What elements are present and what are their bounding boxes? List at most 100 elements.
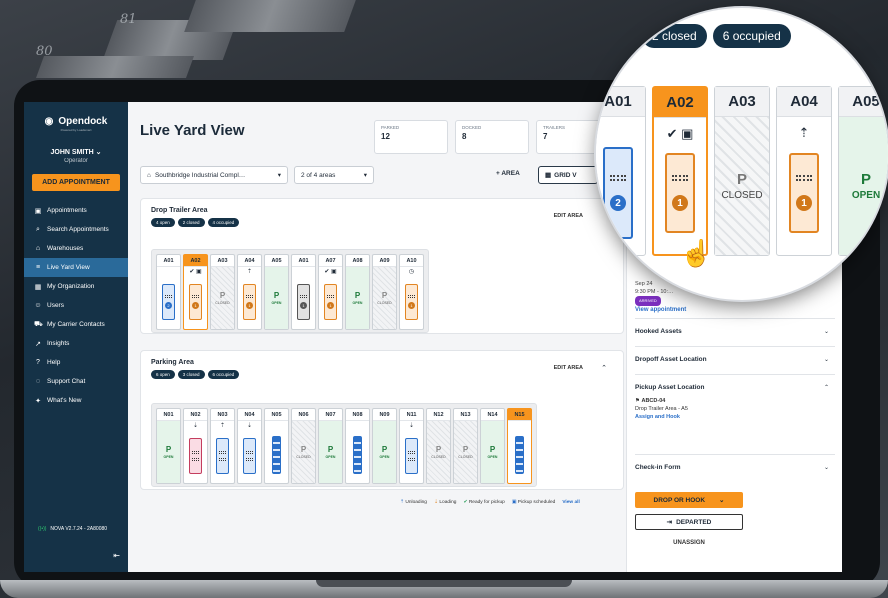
slot-a01[interactable]: A01 2 xyxy=(596,86,646,256)
trailer-count: 1 xyxy=(246,302,253,309)
sidebar-item-users[interactable]: ☺ Users xyxy=(24,296,128,315)
slot-a09[interactable]: A09 P CLOSED xyxy=(372,254,397,330)
slot-id: N14 xyxy=(481,409,504,421)
slot-n14[interactable]: N14 P OPEN xyxy=(480,408,505,484)
slot-id: A09 xyxy=(373,255,396,267)
areas-select[interactable]: 2 of 4 areas ▾ xyxy=(294,166,374,184)
user-menu[interactable]: JOHN SMITH ⌄ xyxy=(24,148,128,156)
slot-a02[interactable]: A02 ✔ ▣ 1 xyxy=(183,254,208,330)
chevron-up-icon[interactable]: ⌃ xyxy=(601,364,607,372)
slot-n13[interactable]: N13 P CLOSED xyxy=(453,408,478,484)
slot-id: A07 xyxy=(319,255,342,267)
parking-icon: P xyxy=(489,445,496,454)
slot-status: OPEN xyxy=(379,455,390,459)
slot-body: ⇡ 1 xyxy=(777,117,831,255)
sidebar-item-label: Search Appointments xyxy=(47,226,109,233)
slot-n09[interactable]: N09 P OPEN xyxy=(372,408,397,484)
occupied-count-chip: 4 occupied xyxy=(207,218,240,227)
slot-body: ◷ 1 xyxy=(400,267,423,329)
trailer-icon: 1 xyxy=(405,284,418,320)
trailer-icon: 1 xyxy=(243,284,256,320)
trailer-icon: 1 xyxy=(324,284,337,320)
warehouse-roof xyxy=(184,0,356,32)
logo[interactable]: ◉ Opendock xyxy=(24,116,128,127)
slot-n01[interactable]: N01 P OPEN xyxy=(156,408,181,484)
slot-n15[interactable]: N15 xyxy=(507,408,532,484)
slot-n03[interactable]: N03 ⇡ xyxy=(210,408,235,484)
slot-body: P OPEN xyxy=(319,421,342,483)
appointment-time: 9:30 PM - 10:… xyxy=(635,289,674,295)
add-area-button[interactable]: + AREA xyxy=(496,170,520,177)
sidebar-item-appointments[interactable]: ▣ Appointments xyxy=(24,201,128,220)
flag-icon: ⚑ xyxy=(635,398,640,404)
view-all-link[interactable]: View all xyxy=(562,500,580,505)
sidebar-item-my-organization[interactable]: ▦ My Organization xyxy=(24,277,128,296)
slot-n06[interactable]: N06 P CLOSED xyxy=(291,408,316,484)
collapse-sidebar-icon[interactable]: ⇤ xyxy=(113,551,120,560)
view-appointment-link[interactable]: View appointment xyxy=(635,306,686,314)
warehouse-select[interactable]: ⌂ Southbridge Industrial Compl… ▾ xyxy=(140,166,288,184)
edit-area-button[interactable]: EDIT AREA xyxy=(554,213,583,219)
pickup-location-row[interactable]: Pickup Asset Location ⌃ ⚑ ABCD-04 Drop T… xyxy=(635,374,835,454)
checkin-form-row[interactable]: Check-in Form ⌄ xyxy=(635,454,835,482)
truck-icon xyxy=(272,436,281,474)
slot-a01[interactable]: A01 2 xyxy=(156,254,181,330)
pickup-area: Drop Trailer Area - A5 xyxy=(635,406,688,412)
slot-a07[interactable]: A07 ✔ ▣ 1 xyxy=(318,254,343,330)
stat-value: 8 xyxy=(462,132,467,141)
unassign-button[interactable]: UNASSIGN xyxy=(635,540,743,546)
edit-area-button[interactable]: EDIT AREA xyxy=(554,365,583,371)
departed-button[interactable]: ⇥ DEPARTED xyxy=(635,514,743,530)
sidebar-item-help[interactable]: ? Help xyxy=(24,353,128,372)
slot-id: A04 xyxy=(777,87,831,117)
slot-body xyxy=(508,421,531,483)
add-appointment-button[interactable]: ADD APPOINTMENT xyxy=(32,174,120,191)
trailer-vents xyxy=(219,451,226,454)
slot-a03[interactable]: A03 P CLOSED xyxy=(714,86,770,256)
slot-status: OPEN xyxy=(325,455,336,459)
slot-status: CLOSED xyxy=(215,301,230,305)
slot-a03[interactable]: A03 P CLOSED xyxy=(210,254,235,330)
sidebar-item-my-carrier-contacts[interactable]: ⛟ My Carrier Contacts xyxy=(24,315,128,334)
slot-a02[interactable]: A02 ✔ ▣ 1 xyxy=(652,86,708,256)
hooked-assets-row[interactable]: Hooked Assets ⌄ xyxy=(635,318,835,346)
slot-n11[interactable]: N11 ⇣ xyxy=(399,408,424,484)
magnifier-callout: 2 closed 6 occupied A01 2 A02 ✔ ▣ 1 A03 P CLOSE… xyxy=(596,8,888,300)
slot-status: OPEN xyxy=(352,301,363,305)
grid-view-button[interactable]: ▦ GRID V xyxy=(538,166,598,184)
sidebar-nav: ▣ Appointments ⌕ Search Appointments ⌂ Wareho… xyxy=(24,201,128,410)
sidebar-item-search-appointments[interactable]: ⌕ Search Appointments xyxy=(24,220,128,239)
slot-n08[interactable]: N08 xyxy=(345,408,370,484)
slot-body: P CLOSED xyxy=(211,267,234,329)
occupied-count-chip: 6 occupied xyxy=(712,24,791,48)
dropoff-location-row[interactable]: Dropoff Asset Location ⌄ xyxy=(635,346,835,374)
sidebar-item-support-chat[interactable]: ◌ Support Chat xyxy=(24,372,128,391)
slot-id: N12 xyxy=(427,409,450,421)
slot-body: P OPEN xyxy=(373,421,396,483)
sidebar-item-live-yard-view[interactable]: ≡ Live Yard View xyxy=(24,258,128,277)
slot-n05[interactable]: N05 xyxy=(264,408,289,484)
slot-a01[interactable]: A01 1 xyxy=(291,254,316,330)
yard-icon: ≡ xyxy=(35,264,41,271)
slot-a04[interactable]: A04 ⇡ 1 xyxy=(776,86,832,256)
sidebar-item-insights[interactable]: ↗ Insights xyxy=(24,334,128,353)
slot-a08[interactable]: A08 P OPEN xyxy=(345,254,370,330)
slot-n07[interactable]: N07 P OPEN xyxy=(318,408,343,484)
slot-n04[interactable]: N04 ⇣ xyxy=(237,408,262,484)
grid-view-label: GRID V xyxy=(554,171,577,179)
sidebar-item-warehouses[interactable]: ⌂ Warehouses xyxy=(24,239,128,258)
slot-a04[interactable]: A04 ⇡ 1 xyxy=(237,254,262,330)
slot-id: N06 xyxy=(292,409,315,421)
status-badge: ARRIVED xyxy=(635,296,661,306)
slot-n12[interactable]: N12 P CLOSED xyxy=(426,408,451,484)
slot-n02[interactable]: N02 ⇣ xyxy=(183,408,208,484)
drop-or-hook-button[interactable]: DROP OR HOOK ⌄ xyxy=(635,492,743,508)
sidebar-item-what-s-new[interactable]: ✦ What's New xyxy=(24,391,128,410)
slot-body: P CLOSED xyxy=(292,421,315,483)
slot-a10[interactable]: A10 ◷ 1 xyxy=(399,254,424,330)
departed-icon: ⇥ xyxy=(666,519,673,526)
area-name: Drop Trailer Area xyxy=(151,207,208,214)
slot-a05[interactable]: A05 P OPEN xyxy=(264,254,289,330)
assign-hook-link[interactable]: Assign and Hook xyxy=(635,414,680,420)
slot-a05[interactable]: A05 P OPEN xyxy=(838,86,888,256)
